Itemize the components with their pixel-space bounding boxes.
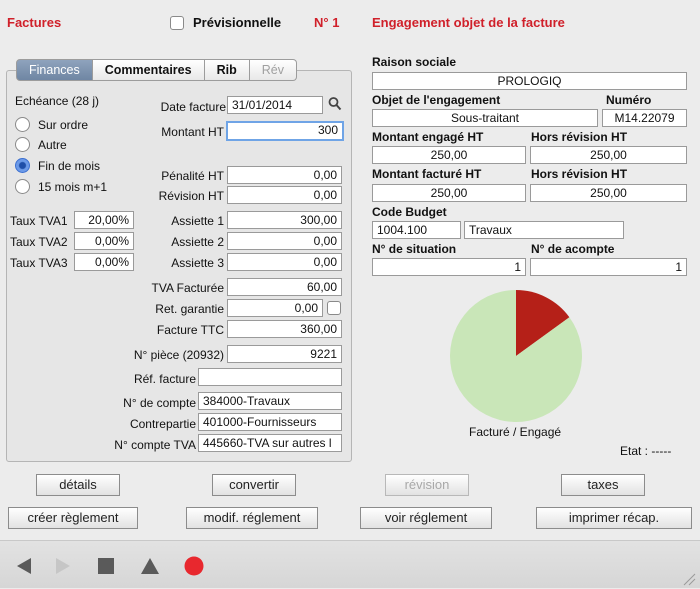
radio-sur-ordre[interactable]: [15, 117, 30, 132]
taux-tva3-label: Taux TVA3: [10, 256, 68, 270]
tab-finances[interactable]: Finances: [16, 59, 93, 81]
code-budget-label: Code Budget: [372, 205, 447, 219]
date-facture-input[interactable]: 31/01/2014: [227, 96, 323, 114]
pie-caption: Facturé / Engagé: [469, 425, 562, 439]
tab-rib[interactable]: Rib: [204, 59, 250, 81]
next-icon[interactable]: [55, 557, 71, 578]
taxes-button[interactable]: taxes: [561, 474, 645, 496]
montant-ht-label: Montant HT: [161, 125, 224, 139]
imprimer-recap-button[interactable]: imprimer récap.: [536, 507, 692, 529]
taux-tva3-input[interactable]: 0,00%: [74, 253, 134, 271]
taux-tva1-label: Taux TVA1: [10, 214, 68, 228]
search-icon[interactable]: [328, 96, 342, 115]
revision-ht-input[interactable]: 0,00: [227, 186, 342, 204]
assiette2-label: Assiette 2: [171, 235, 224, 249]
resize-grip-icon[interactable]: [682, 572, 696, 589]
invoice-number: N° 1: [314, 15, 340, 30]
num-compte-input[interactable]: 384000-Travaux: [198, 392, 342, 410]
taux-tva1-input[interactable]: 20,00%: [74, 211, 134, 229]
acompte-field[interactable]: 1: [530, 258, 687, 276]
raison-sociale-field[interactable]: PROLOGIQ: [372, 72, 687, 90]
montant-facture-label: Montant facturé HT: [372, 167, 482, 181]
montant-facture-field[interactable]: 250,00: [372, 184, 526, 202]
objet-field[interactable]: Sous-traitant: [372, 109, 598, 127]
radio-sur-ordre-label: Sur ordre: [38, 118, 89, 132]
radio-fin-de-mois[interactable]: [15, 158, 30, 173]
numero-field[interactable]: M14.22079: [602, 109, 687, 127]
tab-commentaires[interactable]: Commentaires: [92, 59, 205, 81]
previsionnelle-checkbox[interactable]: [170, 16, 184, 30]
num-compte-label: N° de compte: [123, 396, 196, 410]
num-compte-tva-input[interactable]: 445660-TVA sur autres l: [198, 434, 342, 452]
etat-label: Etat : -----: [620, 444, 672, 458]
hors-revision-field[interactable]: 250,00: [530, 146, 687, 164]
record-icon[interactable]: [184, 556, 204, 579]
radio-15-mois[interactable]: [15, 179, 30, 194]
code-budget-name-field[interactable]: Travaux: [464, 221, 624, 239]
penalite-ht-label: Pénalité HT: [161, 169, 224, 183]
modif-reglement-button[interactable]: modif. réglement: [186, 507, 318, 529]
objet-label: Objet de l'engagement: [372, 93, 501, 107]
assiette3-input[interactable]: 0,00: [227, 253, 342, 271]
assiette1-label: Assiette 1: [171, 214, 224, 228]
assiette2-input[interactable]: 0,00: [227, 232, 342, 250]
montant-engage-field[interactable]: 250,00: [372, 146, 526, 164]
taux-tva2-input[interactable]: 0,00%: [74, 232, 134, 250]
echeance-label: Echéance (28 j): [15, 94, 100, 108]
taux-tva2-label: Taux TVA2: [10, 235, 68, 249]
hors-revision2-label: Hors révision HT: [531, 167, 628, 181]
hors-revision-label: Hors révision HT: [531, 130, 628, 144]
engagement-title: Engagement objet de la facture: [372, 15, 565, 30]
ref-facture-input[interactable]: [198, 368, 342, 386]
tva-facturee-input[interactable]: 60,00: [227, 278, 342, 296]
tab-rev[interactable]: Rév: [249, 59, 297, 81]
voir-reglement-button[interactable]: voir réglement: [360, 507, 492, 529]
facture-engage-pie-chart: [450, 290, 582, 422]
eject-icon[interactable]: [140, 557, 160, 578]
situation-label: N° de situation: [372, 242, 457, 256]
tva-facturee-label: TVA Facturée: [151, 281, 224, 295]
convertir-button[interactable]: convertir: [212, 474, 296, 496]
date-facture-label: Date facture: [160, 100, 226, 114]
code-budget-field[interactable]: 1004.100: [372, 221, 461, 239]
penalite-ht-input[interactable]: 0,00: [227, 166, 342, 184]
creer-reglement-button[interactable]: créer règlement: [8, 507, 138, 529]
radio-fin-de-mois-label: Fin de mois: [38, 159, 101, 173]
window-title: Factures: [7, 15, 62, 30]
montant-ht-input[interactable]: 300: [226, 121, 344, 141]
contrepartie-label: Contrepartie: [129, 417, 196, 431]
situation-field[interactable]: 1: [372, 258, 526, 276]
ret-garantie-label: Ret. garantie: [155, 302, 224, 316]
radio-autre-label: Autre: [38, 138, 67, 152]
previsionnelle-label: Prévisionnelle: [193, 15, 282, 30]
previous-icon[interactable]: [16, 557, 32, 578]
acompte-label: N° de acompte: [531, 242, 615, 256]
radio-autre[interactable]: [15, 137, 30, 152]
hors-revision2-field[interactable]: 250,00: [530, 184, 687, 202]
assiette3-label: Assiette 3: [171, 256, 224, 270]
num-compte-tva-label: N° compte TVA: [114, 438, 196, 452]
facture-ttc-label: Facture TTC: [156, 323, 224, 337]
assiette1-input[interactable]: 300,00: [227, 211, 342, 229]
revision-button[interactable]: révision: [385, 474, 469, 496]
facture-ttc-input[interactable]: 360,00: [227, 320, 342, 338]
num-piece-input[interactable]: 9221: [227, 345, 342, 363]
revision-ht-label: Révision HT: [158, 189, 224, 203]
montant-engage-label: Montant engagé HT: [372, 130, 484, 144]
numero-label: Numéro: [606, 93, 652, 107]
details-button[interactable]: détails: [36, 474, 120, 496]
raison-sociale-label: Raison sociale: [372, 55, 457, 69]
ret-garantie-checkbox[interactable]: [327, 301, 341, 315]
stop-icon[interactable]: [97, 557, 115, 578]
contrepartie-input[interactable]: 401000-Fournisseurs: [198, 413, 342, 431]
num-piece-label: N° pièce (20932): [133, 348, 224, 362]
ret-garantie-input[interactable]: 0,00: [227, 299, 323, 317]
ref-facture-label: Réf. facture: [133, 372, 196, 386]
radio-15-mois-label: 15 mois m+1: [38, 180, 108, 194]
tab-bar: Finances Commentaires Rib Rév: [16, 59, 297, 81]
